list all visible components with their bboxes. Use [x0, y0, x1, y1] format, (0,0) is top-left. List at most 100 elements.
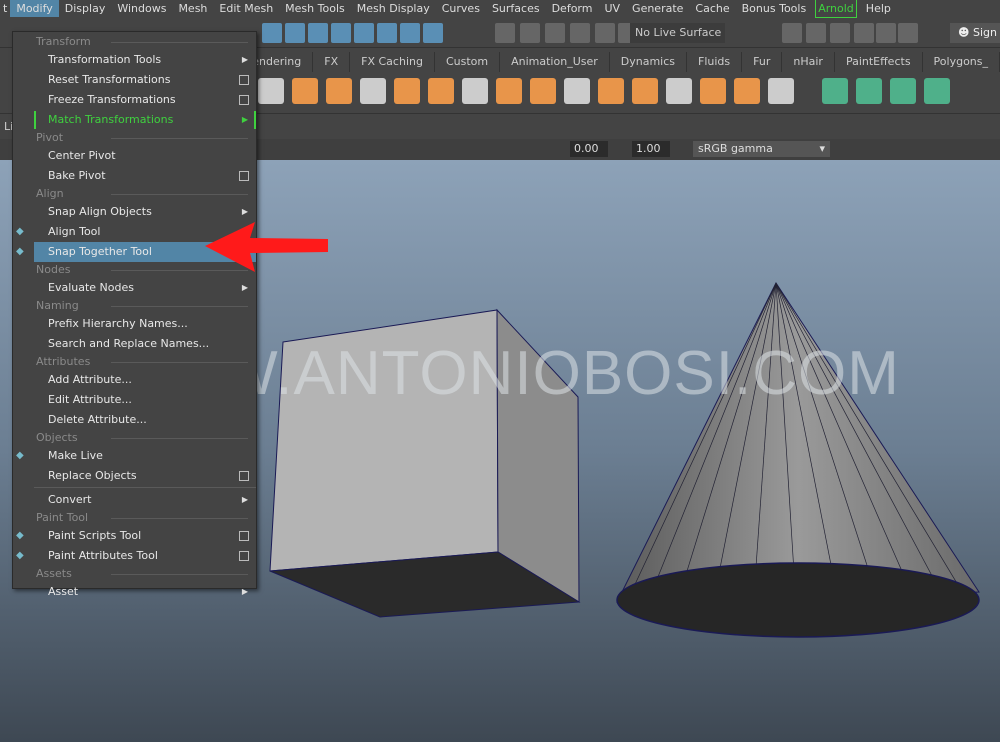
shelf-tab[interactable]: FX Caching	[350, 52, 435, 72]
menu-surfaces[interactable]: Surfaces	[486, 0, 546, 17]
tool-icon[interactable]	[876, 23, 896, 43]
option-box-icon[interactable]	[239, 75, 249, 85]
gamma-field[interactable]: 1.00	[632, 141, 670, 157]
selection-mask-icon[interactable]	[377, 23, 397, 43]
tool-icon[interactable]	[898, 23, 918, 43]
submenu-arrow-icon: ▶	[241, 55, 248, 64]
shelf-tab[interactable]: Fur	[742, 52, 783, 72]
menu-help[interactable]: Help	[860, 0, 897, 17]
menu-item-center-pivot[interactable]: Center Pivot	[34, 146, 256, 166]
menu-item-snap-align-objects[interactable]: Snap Align Objects ▶	[34, 202, 256, 222]
menu-item-delete-attribute[interactable]: Delete Attribute...	[34, 410, 256, 430]
menu-uv[interactable]: UV	[598, 0, 626, 17]
menu-modify[interactable]: Modify	[10, 0, 59, 17]
menu-arnold[interactable]: Arnold	[815, 0, 857, 18]
tool-icon: ◆	[16, 550, 24, 561]
shelf-tab[interactable]: PaintEffects	[834, 52, 923, 72]
tool-icon[interactable]	[595, 23, 615, 43]
menu-item-bake-pivot[interactable]: Bake Pivot	[34, 166, 256, 186]
menu-item-paint-attributes-tool[interactable]: Paint Attributes Tool	[34, 546, 256, 566]
shelf-tool-icon[interactable]	[666, 78, 692, 104]
tool-icon[interactable]	[495, 23, 515, 43]
tool-icon[interactable]	[545, 23, 565, 43]
shelf-tab[interactable]: nHair	[782, 52, 835, 72]
menu-item-paint-scripts-tool[interactable]: Paint Scripts Tool	[34, 526, 256, 546]
selection-mask-icon[interactable]	[423, 23, 443, 43]
menu-mesh[interactable]: Mesh	[172, 0, 213, 17]
selection-mask-icon[interactable]	[331, 23, 351, 43]
menu-deform[interactable]: Deform	[546, 0, 599, 17]
option-box-icon[interactable]	[239, 551, 249, 561]
menu-item-asset[interactable]: Asset ▶	[34, 582, 256, 602]
menu-item-evaluate-nodes[interactable]: Evaluate Nodes ▶	[34, 278, 256, 298]
shelf-tab[interactable]: FX	[313, 52, 351, 72]
menu-item-transformation-tools[interactable]: Transformation Tools ▶	[34, 50, 256, 70]
menu-item-search-and-replace-names[interactable]: Search and Replace Names...	[34, 334, 256, 354]
menu-item-add-attribute[interactable]: Add Attribute...	[34, 370, 256, 390]
shelf-tool-icon[interactable]	[564, 78, 590, 104]
selection-mask-icon[interactable]	[354, 23, 374, 43]
shelf-tool-icon[interactable]	[856, 78, 882, 104]
shelf-tool-icon[interactable]	[394, 78, 420, 104]
cone[interactable]	[616, 281, 980, 638]
selection-mask-icon[interactable]	[400, 23, 420, 43]
selection-mask-icon[interactable]	[262, 23, 282, 43]
menu-generate[interactable]: Generate	[626, 0, 689, 17]
sign-in-button[interactable]: ☻ Sign	[950, 23, 1000, 43]
selection-mask-icon[interactable]	[285, 23, 305, 43]
tool-icon[interactable]	[570, 23, 590, 43]
menu-item-reset-transformations[interactable]: Reset Transformations	[34, 70, 256, 90]
tool-icon[interactable]	[854, 23, 874, 43]
menu-mesh-tools[interactable]: Mesh Tools	[279, 0, 351, 17]
shelf-tab[interactable]: Animation_User	[500, 52, 610, 72]
menu-cache[interactable]: Cache	[689, 0, 735, 17]
menu-item-snap-together-tool[interactable]: Snap Together Tool	[34, 242, 256, 262]
exposure-field[interactable]: 0.00	[570, 141, 608, 157]
menu-item-replace-objects[interactable]: Replace Objects	[34, 466, 256, 486]
color-space-dropdown[interactable]: sRGB gamma ▾	[693, 141, 830, 157]
menu-item-edit-attribute[interactable]: Edit Attribute...	[34, 390, 256, 410]
shelf-tool-icon[interactable]	[428, 78, 454, 104]
shelf-tool-icon[interactable]	[598, 78, 624, 104]
shelf-tab[interactable]: Custom	[434, 52, 501, 72]
section-header: Transform	[36, 34, 256, 50]
menu-item-convert[interactable]: Convert ▶	[34, 490, 256, 510]
shelf-tool-icon[interactable]	[822, 78, 848, 104]
menu-edit-mesh[interactable]: Edit Mesh	[213, 0, 279, 17]
tool-icon[interactable]	[830, 23, 850, 43]
option-box-icon[interactable]	[239, 531, 249, 541]
shelf-tool-icon[interactable]	[768, 78, 794, 104]
menu-item-align-tool[interactable]: Align Tool	[34, 222, 256, 242]
shelf-tool-icon[interactable]	[462, 78, 488, 104]
shelf-tool-icon[interactable]	[734, 78, 760, 104]
shelf-tool-icon[interactable]	[360, 78, 386, 104]
shelf-tool-icon[interactable]	[632, 78, 658, 104]
shelf-tool-icon[interactable]	[890, 78, 916, 104]
shelf-tool-icon[interactable]	[292, 78, 318, 104]
menu-display[interactable]: Display	[59, 0, 112, 17]
shelf-tab[interactable]: Fluids	[687, 52, 743, 72]
shelf-tab[interactable]: Polygons_	[922, 52, 1000, 72]
shelf-tool-icon[interactable]	[700, 78, 726, 104]
shelf-tool-icon[interactable]	[924, 78, 950, 104]
option-box-icon[interactable]	[239, 171, 249, 181]
menu-item-freeze-transformations[interactable]: Freeze Transformations	[34, 90, 256, 110]
menu-windows[interactable]: Windows	[111, 0, 172, 17]
live-surface-field[interactable]: No Live Surface	[630, 23, 725, 43]
tool-icon[interactable]	[520, 23, 540, 43]
menu-mesh-display[interactable]: Mesh Display	[351, 0, 436, 17]
selection-mask-icon[interactable]	[308, 23, 328, 43]
tool-icon[interactable]	[782, 23, 802, 43]
shelf-tool-icon[interactable]	[496, 78, 522, 104]
shelf-tab[interactable]: Dynamics	[609, 52, 688, 72]
shelf-tool-icon[interactable]	[530, 78, 556, 104]
option-box-icon[interactable]	[239, 95, 249, 105]
tool-icon[interactable]	[806, 23, 826, 43]
option-box-icon[interactable]	[239, 471, 249, 481]
menu-bonus-tools[interactable]: Bonus Tools	[736, 0, 813, 17]
shelf-tool-icon[interactable]	[326, 78, 352, 104]
menu-curves[interactable]: Curves	[436, 0, 486, 17]
menu-item-prefix-hierarchy-names[interactable]: Prefix Hierarchy Names...	[34, 314, 256, 334]
shelf-tool-icon[interactable]	[258, 78, 284, 104]
menu-item-make-live[interactable]: Make Live	[34, 446, 256, 466]
